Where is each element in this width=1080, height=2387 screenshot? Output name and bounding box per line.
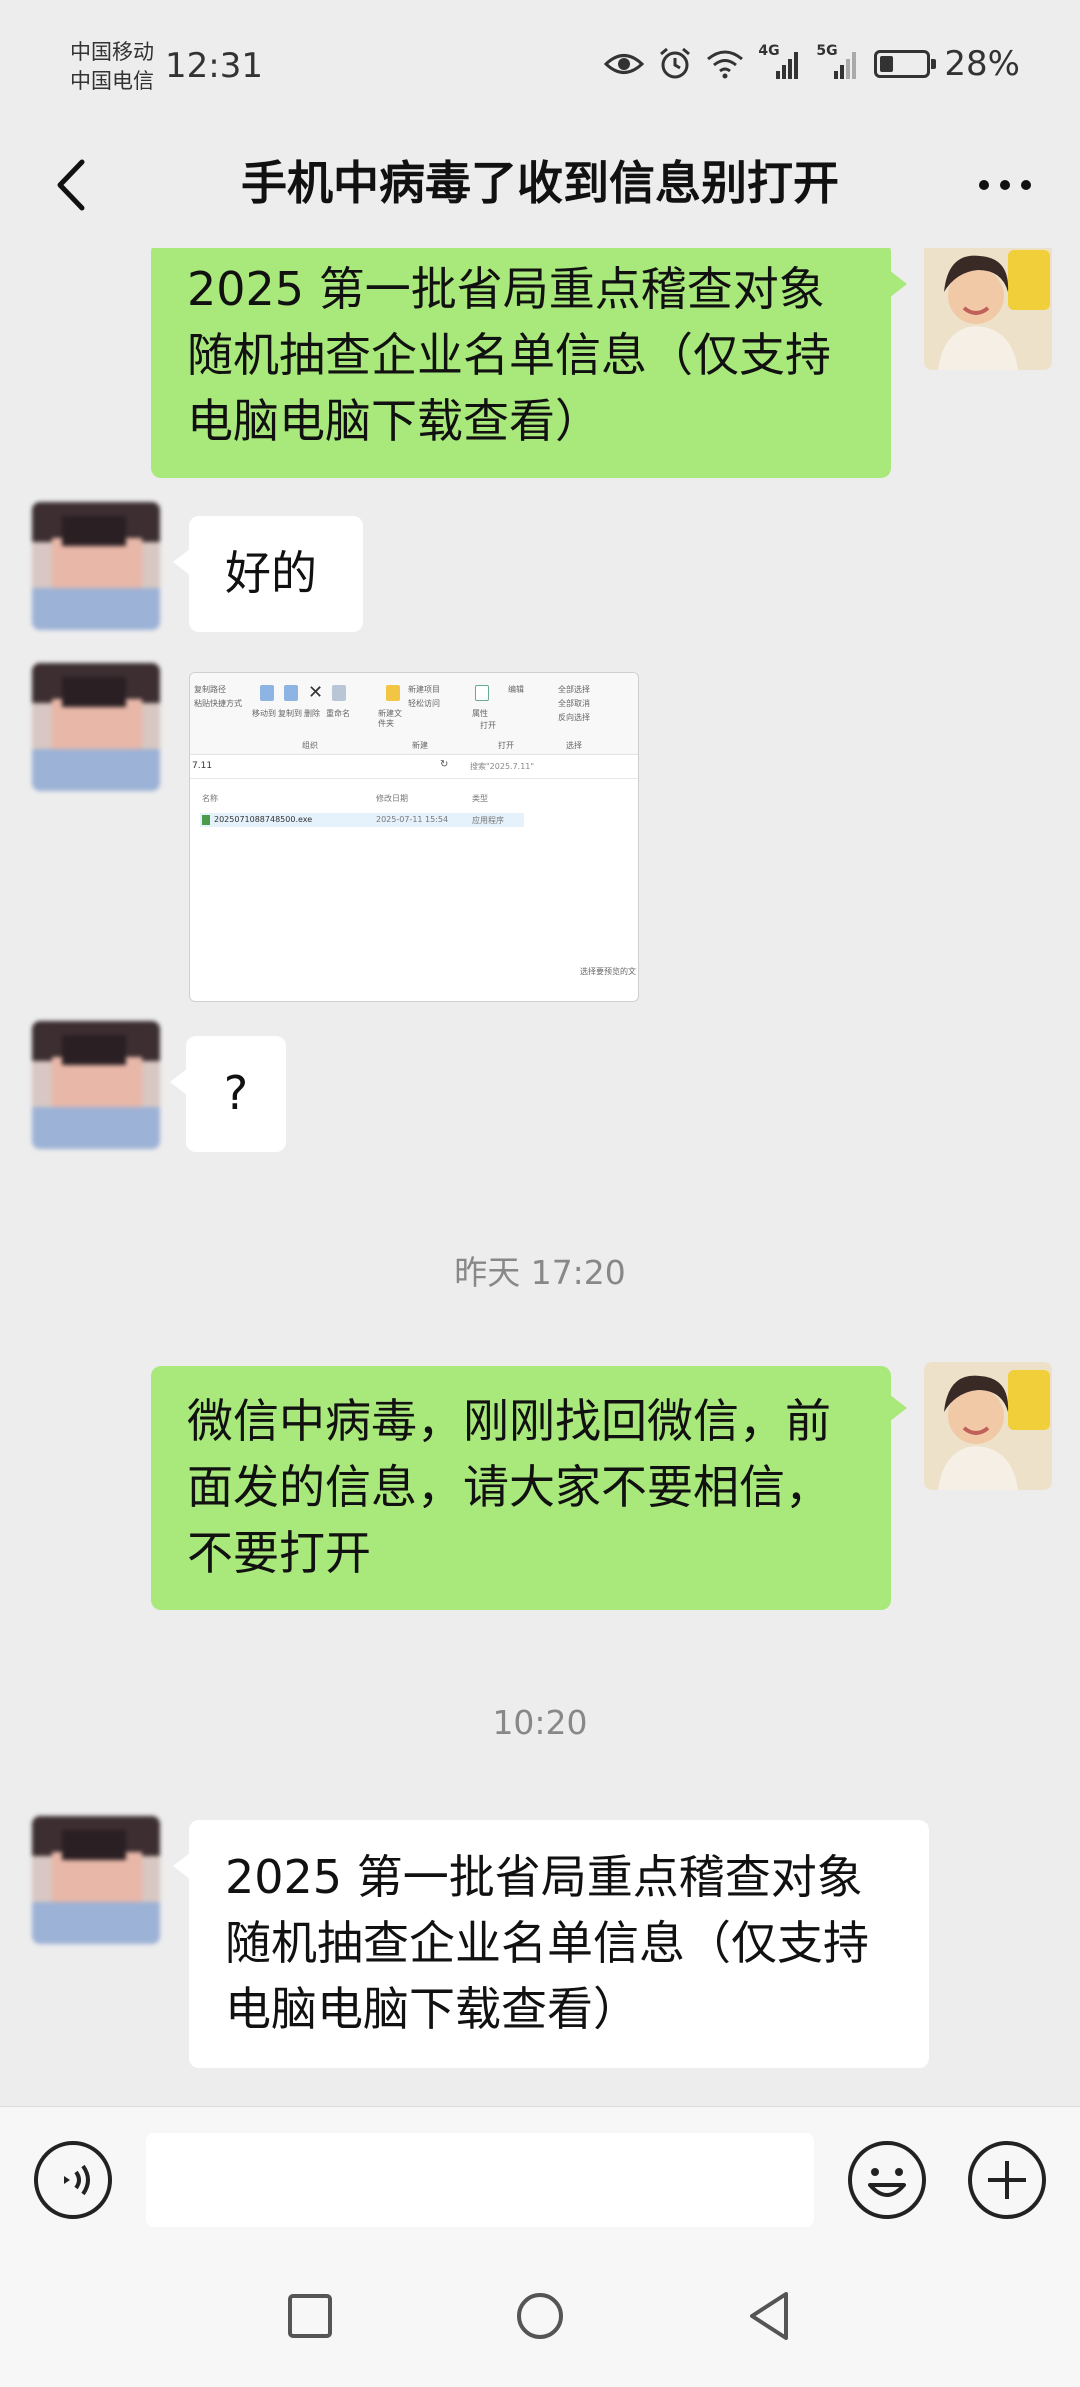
battery-percent: 28% bbox=[944, 44, 1020, 84]
folder-icon bbox=[386, 685, 400, 701]
message-text: 2025 第一批省局重点稽查对象随机抽查企业名单信息（仅支持电脑电脑下载查看） bbox=[225, 1850, 869, 2036]
copy-icon bbox=[284, 685, 298, 701]
ribbon-label: 轻松访问 bbox=[408, 699, 440, 708]
avatar-contact[interactable] bbox=[32, 1021, 160, 1149]
system-navigation bbox=[0, 2256, 1080, 2387]
back-icon[interactable] bbox=[740, 2286, 800, 2346]
ribbon-label: 移动到 bbox=[252, 709, 276, 718]
ribbon-group: 打开 bbox=[498, 741, 514, 750]
properties-icon bbox=[475, 685, 489, 701]
avatar-self[interactable] bbox=[924, 1362, 1052, 1490]
message-text: 2025 第一批省局重点稽查对象随机抽查企业名单信息（仅支持电脑电脑下载查看） bbox=[187, 262, 831, 448]
ribbon-label: 反向选择 bbox=[558, 713, 590, 722]
more-icon[interactable] bbox=[970, 155, 1040, 215]
message-text: ? bbox=[223, 1066, 249, 1120]
explorer-path: 7.11 bbox=[192, 761, 213, 771]
avatar-self[interactable] bbox=[924, 248, 1052, 370]
message-list[interactable]: 2025 第一批省局重点稽查对象随机抽查企业名单信息（仅支持电脑电脑下载查看） … bbox=[0, 248, 1080, 2106]
rename-icon bbox=[332, 685, 346, 701]
ribbon-label: 新建项目 bbox=[408, 685, 440, 694]
signal-group-4g: 4G bbox=[758, 43, 802, 81]
move-icon bbox=[260, 685, 274, 701]
explorer-ribbon: 复制路径 粘贴快捷方式 ✕ 移动到 复制到 删除 重命名 新建文件夹 新建项目 … bbox=[190, 673, 638, 755]
chevron-left-icon[interactable] bbox=[44, 150, 104, 220]
ribbon-group: 组织 bbox=[302, 741, 318, 750]
carrier-1: 中国移动 bbox=[70, 40, 154, 64]
file-type: 应用程序 bbox=[472, 816, 504, 825]
ribbon-label: 复制路径 bbox=[194, 685, 226, 694]
ribbon-label: 粘贴快捷方式 bbox=[194, 699, 242, 708]
alarm-icon bbox=[660, 47, 691, 79]
plus-icon[interactable] bbox=[966, 2139, 1048, 2221]
message-bubble-self[interactable]: 微信中病毒，刚刚找回微信，前面发的信息，请大家不要相信，不要打开 bbox=[151, 1366, 907, 1610]
voice-icon[interactable] bbox=[32, 2139, 114, 2221]
file-date: 2025-07-11 15:54 bbox=[376, 815, 449, 824]
battery-icon bbox=[874, 50, 937, 78]
input-bar bbox=[0, 2106, 1080, 2256]
status-bar: 中国移动 中国电信 12:31 4G 5G 28% bbox=[0, 0, 1080, 130]
signal-group-5g: 5G bbox=[816, 43, 860, 81]
carrier-labels: 中国移动 中国电信 bbox=[70, 38, 154, 96]
explorer-search: 搜索"2025.7.11" bbox=[470, 762, 535, 771]
message-bubble-contact[interactable]: 2025 第一批省局重点稽查对象随机抽查企业名单信息（仅支持电脑电脑下载查看） bbox=[173, 1820, 929, 2068]
battery-level bbox=[880, 56, 893, 72]
ribbon-group: 选择 bbox=[566, 741, 582, 750]
preview-hint: 选择要预览的文 bbox=[580, 967, 636, 976]
time-divider: 10:20 bbox=[492, 1703, 588, 1742]
message-text: 好的 bbox=[225, 546, 317, 600]
chat-title: 手机中病毒了收到信息别打开 bbox=[241, 156, 839, 210]
ribbon-label: 属性 bbox=[472, 709, 488, 718]
column-header: 修改日期 bbox=[376, 794, 408, 803]
message-bubble-self[interactable]: 2025 第一批省局重点稽查对象随机抽查企业名单信息（仅支持电脑电脑下载查看） bbox=[151, 248, 907, 478]
status-time: 12:31 bbox=[165, 46, 263, 86]
image-message[interactable]: 复制路径 粘贴快捷方式 ✕ 移动到 复制到 删除 重命名 新建文件夹 新建项目 … bbox=[189, 672, 639, 1002]
message-input[interactable] bbox=[146, 2133, 814, 2227]
avatar-contact[interactable] bbox=[32, 502, 160, 630]
ribbon-label: 全部选择 bbox=[558, 685, 590, 694]
status-icons: 4G 5G 28% bbox=[604, 43, 1020, 84]
message-text: 微信中病毒，刚刚找回微信，前面发的信息，请大家不要相信，不要打开 bbox=[187, 1394, 831, 1580]
message-bubble-contact[interactable]: ? bbox=[170, 1036, 286, 1152]
column-header: 名称 bbox=[202, 794, 218, 803]
ribbon-label: 新建文件夹 bbox=[378, 709, 402, 728]
ribbon-label: 编辑 bbox=[508, 685, 524, 694]
battery-tip bbox=[931, 59, 937, 69]
ribbon-label: 打开 bbox=[480, 721, 496, 730]
wifi-icon bbox=[707, 50, 744, 79]
delete-icon: ✕ bbox=[308, 682, 324, 703]
column-header: 类型 bbox=[472, 794, 488, 803]
avatar-contact[interactable] bbox=[32, 1816, 160, 1944]
explorer-file-list: 名称 修改日期 类型 2025071088748500.exe 2025-07-… bbox=[190, 779, 638, 999]
signal-icon bbox=[834, 52, 857, 79]
ribbon-label: 删除 bbox=[304, 709, 320, 718]
ribbon-label: 重命名 bbox=[326, 709, 350, 718]
carrier-2: 中国电信 bbox=[70, 69, 154, 93]
emoji-icon[interactable] bbox=[846, 2139, 928, 2221]
ribbon-label: 复制到 bbox=[278, 709, 302, 718]
signal-icon bbox=[776, 52, 799, 79]
ribbon-label: 全部取消 bbox=[558, 699, 590, 708]
home-icon[interactable] bbox=[510, 2286, 570, 2346]
time-divider: 昨天 17:20 bbox=[454, 1253, 626, 1292]
exe-file-icon bbox=[202, 815, 210, 825]
ribbon-group: 新建 bbox=[412, 741, 428, 750]
eye-icon bbox=[604, 54, 645, 74]
message-bubble-contact[interactable]: 好的 bbox=[173, 516, 363, 632]
file-name: 2025071088748500.exe bbox=[214, 815, 313, 824]
explorer-address-bar: 7.11 ↻ 搜索"2025.7.11" bbox=[190, 755, 638, 779]
avatar-contact[interactable] bbox=[32, 663, 160, 791]
refresh-icon: ↻ bbox=[440, 759, 449, 770]
chat-header: 手机中病毒了收到信息别打开 bbox=[0, 130, 1080, 248]
recent-apps-icon[interactable] bbox=[280, 2286, 340, 2346]
